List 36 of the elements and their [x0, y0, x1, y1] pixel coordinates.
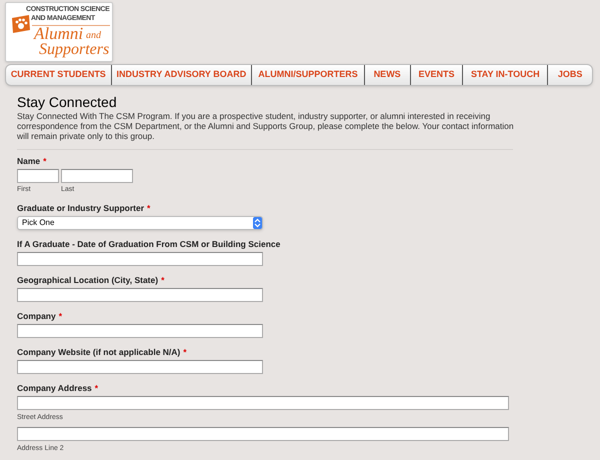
field-label: Graduate or Industry Supporter: [17, 203, 144, 213]
form-title: Stay Connected: [17, 94, 118, 110]
required-mark: *: [43, 156, 46, 166]
input-field[interactable]: [17, 396, 509, 410]
field-label: Company Website (if not applicable N/A): [17, 347, 180, 357]
nav-link[interactable]: INDUSTRY ADVISORY BOARD: [112, 65, 252, 85]
field-label: If A Graduate - Date of Graduation From CSM or Building Science: [17, 239, 280, 249]
nav-link[interactable]: JOBS: [548, 65, 592, 85]
logo-script: Alumni: [34, 25, 84, 43]
required-mark: *: [183, 347, 187, 357]
nav-link[interactable]: ALUMNI/SUPPORTERS: [252, 65, 365, 85]
nav-link[interactable]: EVENTS: [410, 65, 464, 85]
required-mark: *: [58, 311, 62, 321]
form-description: Stay Connected With The CSM Program. If you are a prospective student, industry supporter, or alumni interested in receiving correspondence from the CSM Department, or the Alumni and Supports Group, please complete the below. Your contact information will remain private only to this group.: [17, 111, 515, 141]
select-field[interactable]: Pick One: [17, 216, 263, 230]
field-label: Name: [17, 156, 40, 166]
field-label: Company Address: [17, 383, 92, 393]
input-field[interactable]: [17, 288, 263, 302]
input-field[interactable]: [17, 360, 263, 374]
field-label: Geographical Location (City, State): [17, 275, 158, 285]
nav-link[interactable]: NEWS: [364, 65, 411, 85]
required-mark: *: [161, 275, 164, 285]
logo-script: Supporters: [39, 41, 110, 59]
required-mark: *: [94, 383, 98, 393]
input-field[interactable]: [61, 169, 133, 183]
required-mark: *: [147, 203, 150, 213]
input-field[interactable]: [17, 324, 263, 338]
nav-link[interactable]: CURRENT STUDENTS: [6, 65, 112, 85]
stepper-icon: [253, 217, 262, 229]
input-field[interactable]: [17, 252, 263, 266]
input-field[interactable]: [17, 427, 509, 441]
nav-link[interactable]: STAY IN-TOUCH: [463, 65, 548, 85]
logo-script: and: [86, 31, 101, 41]
field-label: Company: [17, 311, 56, 321]
input-field[interactable]: [17, 169, 59, 183]
paw-icon: [11, 15, 31, 33]
